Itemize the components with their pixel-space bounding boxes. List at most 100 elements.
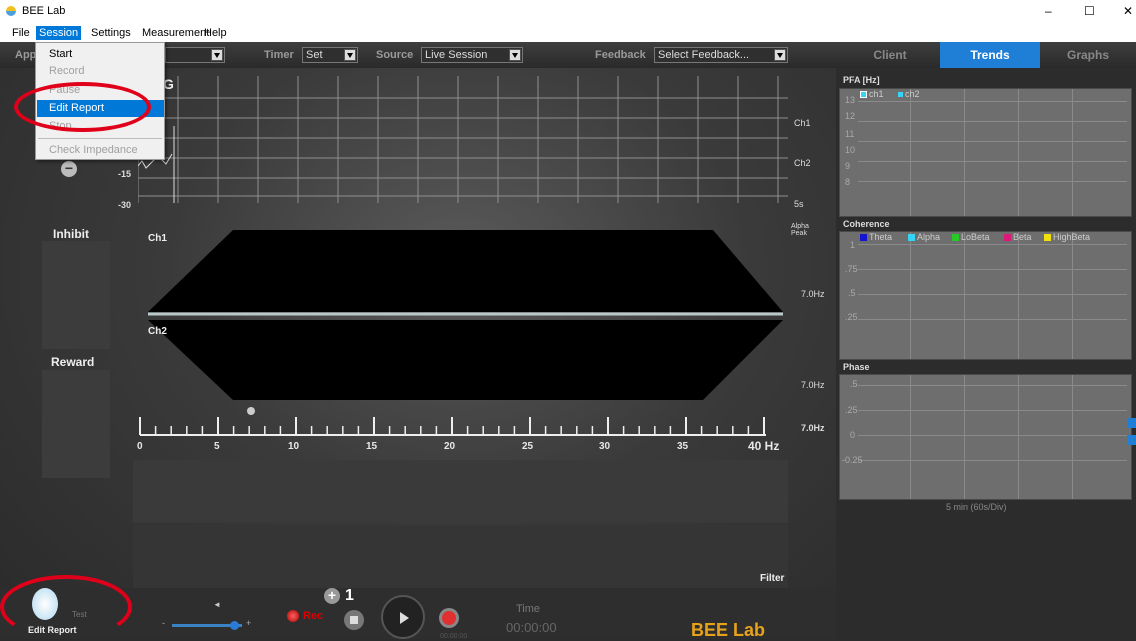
volume-minus[interactable]: - (162, 618, 165, 628)
grid-line (858, 294, 1127, 295)
chevron-down-icon (344, 49, 356, 61)
toolbar: App Timer Set Source Live Session Feedba… (0, 42, 1136, 68)
volume-slider[interactable] (172, 621, 242, 630)
grid-line (1018, 232, 1019, 359)
inhibit-meter (42, 241, 110, 349)
collapse-button[interactable] (1128, 435, 1136, 445)
pfa-chart: 13 12 11 10 9 8 ch1 ch2 (839, 88, 1132, 217)
legend-beta[interactable]: Beta (1004, 232, 1032, 242)
eeg-grid (137, 76, 788, 203)
minimize-button[interactable]: – (1045, 4, 1052, 18)
rec-icon[interactable] (287, 610, 299, 622)
scale-label: 5 (214, 441, 220, 452)
scale-label: 15 (366, 441, 378, 452)
legend-swatch (860, 234, 867, 242)
phase-chart: .5 .25 0 -0.25 (839, 374, 1132, 500)
legend-swatch (1004, 234, 1011, 242)
pfa-title: PFA [Hz] (839, 73, 884, 87)
play-icon (400, 612, 409, 624)
time-label: Time (516, 603, 541, 615)
coherence-title: Coherence (839, 217, 894, 231)
timer-select[interactable]: Set (302, 47, 358, 63)
legend-theta[interactable]: Theta (860, 232, 892, 242)
eeg-ylabel: -30 (118, 200, 132, 210)
menu-file[interactable]: File (9, 26, 33, 40)
grid-line (910, 89, 911, 216)
legend-label: ch1 (869, 89, 884, 99)
peak-label-ch1: 7.0Hz (801, 289, 825, 299)
y-tick: 8 (845, 177, 851, 187)
play-button[interactable] (381, 595, 425, 639)
menu-settings[interactable]: Settings (88, 26, 134, 40)
grid-line (964, 375, 965, 499)
expand-button[interactable] (1128, 418, 1136, 428)
legend-lobeta[interactable]: LoBeta (952, 232, 990, 242)
zoom-out-button[interactable]: − (61, 161, 77, 177)
legend-label: Alpha (917, 232, 941, 242)
y-tick: 11 (845, 129, 855, 139)
app-logo-icon (6, 6, 16, 16)
y-tick: 13 (845, 95, 856, 105)
scale-label: 35 (677, 441, 689, 452)
tab-client[interactable]: Client (840, 42, 940, 68)
volume-plus[interactable]: + (246, 618, 251, 628)
y-tick: .5 (850, 379, 858, 389)
tab-trends[interactable]: Trends (940, 42, 1040, 68)
volume-thumb[interactable] (230, 621, 239, 630)
menu-item-check-impedance[interactable]: Check Impedance (37, 142, 164, 159)
grid-line (858, 319, 1127, 320)
y-tick: 9 (845, 161, 851, 171)
y-tick: -0.25 (842, 455, 863, 465)
y-tick: .75 (845, 264, 858, 274)
menu-session[interactable]: Session (36, 26, 82, 40)
grid-line (858, 269, 1127, 270)
legend-swatch (1044, 234, 1051, 242)
grid-line (858, 101, 1127, 102)
grid-line (858, 121, 1127, 122)
record-button[interactable] (439, 608, 459, 628)
close-button[interactable]: ✕ (1123, 4, 1133, 18)
legend-ch1[interactable]: ch1 (860, 89, 884, 99)
inhibit-label: Inhibit (53, 227, 89, 241)
volume-icon[interactable]: ◄ (213, 600, 221, 609)
trends-xaxis-label: 5 min (60s/Div) (946, 502, 1007, 512)
app-label: App (15, 49, 37, 61)
coherence-chart: 1 .75 .5 .25 Theta Alpha LoBeta Beta Hig… (839, 231, 1132, 360)
menu-item-start[interactable]: Start (37, 46, 164, 63)
y-tick: 10 (845, 145, 856, 155)
y-tick: .5 (848, 288, 856, 298)
feedback-value: Select Feedback... (658, 49, 750, 61)
stop-button[interactable] (344, 610, 364, 630)
scale-label: 10 (288, 441, 300, 452)
tab-graphs[interactable]: Graphs (1040, 42, 1136, 68)
grid-line (910, 232, 911, 359)
lower-panel-top (133, 460, 788, 523)
add-button[interactable]: + (324, 588, 340, 604)
menu-separator (38, 138, 162, 139)
maximize-button[interactable]: ☐ (1084, 4, 1095, 18)
legend-highbeta[interactable]: HighBeta (1044, 232, 1090, 242)
grid-line (858, 460, 1127, 461)
legend-swatch (952, 234, 959, 242)
app-select[interactable] (165, 47, 225, 63)
grid-line (910, 375, 911, 499)
grid-line (1018, 375, 1019, 499)
eeg-ylabel: -15 (118, 169, 132, 179)
grid-line (858, 161, 1127, 162)
legend-alpha[interactable]: Alpha (908, 232, 940, 242)
timer-label: Timer (264, 49, 294, 61)
grid-line (858, 435, 1127, 436)
feedback-select[interactable]: Select Feedback... (654, 47, 788, 63)
feedback-label: Feedback (595, 49, 646, 61)
rec-label[interactable]: Rec (303, 610, 323, 622)
time-value: 00:00:00 (506, 620, 557, 635)
spectrum-ch2-label: Ch2 (148, 326, 167, 337)
menu-help[interactable]: Help (201, 26, 230, 40)
window-title: BEE Lab (22, 5, 66, 17)
menu-item-record[interactable]: Record (37, 63, 164, 80)
source-select[interactable]: Live Session (421, 47, 523, 63)
legend-label: Beta (1013, 232, 1032, 242)
grid-line (858, 181, 1127, 182)
hz-scale (139, 417, 766, 436)
legend-ch2[interactable]: ch2 (898, 89, 920, 99)
